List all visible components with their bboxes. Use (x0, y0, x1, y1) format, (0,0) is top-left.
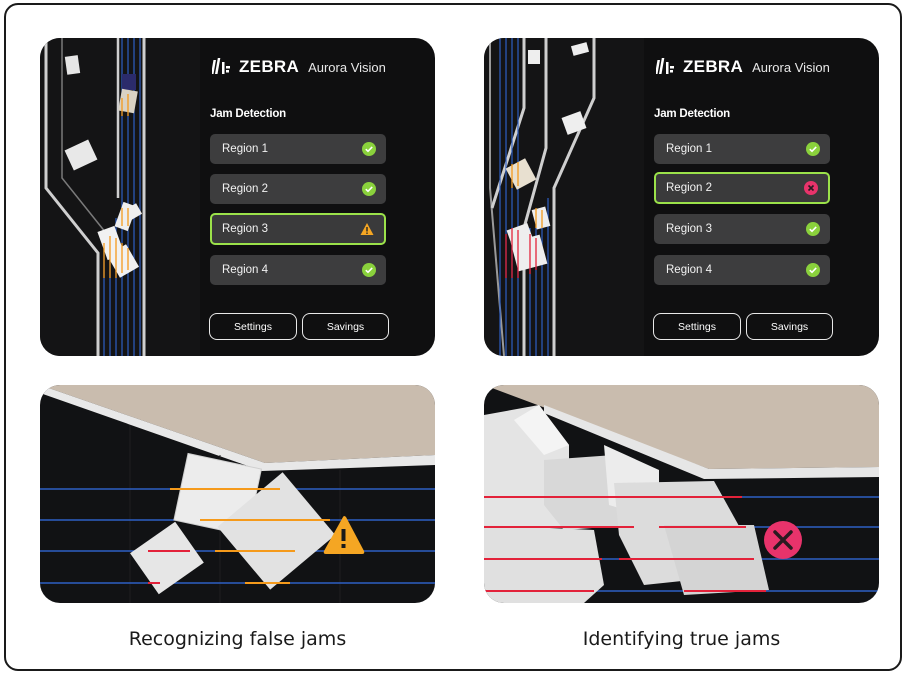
region-1-item[interactable]: Region 1 (654, 134, 830, 164)
brand-header: ZEBRA Aurora Vision (212, 57, 386, 77)
region-1-item[interactable]: Region 1 (210, 134, 386, 164)
region-3-item[interactable]: Region 3 (210, 213, 386, 245)
conveyor-view (40, 38, 200, 356)
check-circle-icon (806, 222, 820, 236)
settings-button[interactable]: Settings (653, 313, 741, 340)
conveyor-view (484, 38, 644, 356)
region-4-item[interactable]: Region 4 (210, 255, 386, 285)
region-label: Region 2 (222, 183, 269, 195)
check-circle-icon (362, 142, 376, 156)
region-3-item[interactable]: Region 3 (654, 214, 830, 244)
check-circle-icon (806, 142, 820, 156)
section-title: Jam Detection (210, 108, 287, 120)
region-label: Region 4 (222, 264, 269, 276)
region-2-item[interactable]: Region 2 (210, 174, 386, 204)
brand-name: ZEBRA (239, 57, 300, 76)
jam-detection-panel-false-jam: ZEBRA Aurora Vision Jam Detection Region… (40, 38, 435, 356)
false-jam-closeup (40, 385, 435, 603)
section-title: Jam Detection (654, 108, 731, 120)
caption-false-jams: Recognizing false jams (128, 628, 347, 650)
region-label: Region 1 (222, 143, 269, 155)
jam-detection-panel-true-jam: ZEBRA Aurora Vision Jam Detection Region… (484, 38, 879, 356)
region-2-item[interactable]: Region 2 (654, 172, 830, 204)
product-name: Aurora Vision (308, 59, 386, 75)
true-jam-closeup (484, 385, 879, 603)
x-circle-icon (804, 181, 818, 195)
zebra-logo-icon (656, 58, 674, 74)
region-label: Region 1 (666, 143, 713, 155)
check-circle-icon (362, 263, 376, 277)
region-label: Region 2 (666, 182, 713, 194)
check-circle-icon (806, 263, 820, 277)
region-label: Region 4 (666, 264, 713, 276)
region-4-item[interactable]: Region 4 (654, 255, 830, 285)
brand-header: ZEBRA Aurora Vision (656, 57, 830, 77)
check-circle-icon (362, 182, 376, 196)
savings-button[interactable]: Savings (746, 313, 833, 340)
brand-name: ZEBRA (683, 57, 744, 76)
region-label: Region 3 (222, 223, 269, 235)
x-circle-icon (764, 521, 802, 559)
settings-button[interactable]: Settings (209, 313, 297, 340)
region-label: Region 3 (666, 223, 713, 235)
product-name: Aurora Vision (752, 59, 830, 75)
zebra-logo-icon (212, 58, 230, 74)
caption-true-jams: Identifying true jams (582, 628, 781, 650)
warning-triangle-icon (360, 223, 374, 235)
savings-button[interactable]: Savings (302, 313, 389, 340)
